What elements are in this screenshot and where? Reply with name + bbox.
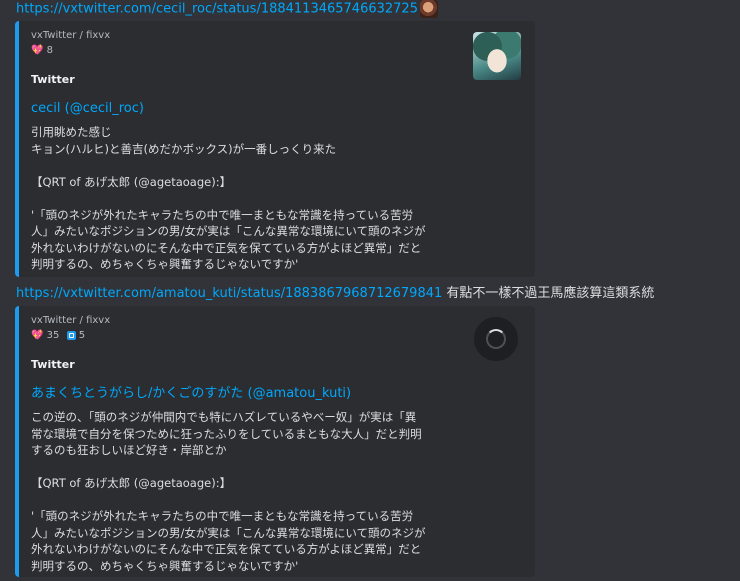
embed-description: 引用眺めた感じ キョン(ハルヒ)と善吉(めだかボックス)が一番しっくり来た 【Q… (31, 125, 426, 271)
retweets-count: 5 (78, 330, 86, 341)
tweet-embed-2: vxTwitter / fixvx 💖 35 5 Twitter あまくちとうが… (15, 306, 535, 577)
message-2: https://vxtwitter.com/amatou_kuti/status… (16, 285, 654, 303)
heart-icon: 💖 (31, 330, 44, 341)
user-avatar-icon[interactable] (419, 0, 438, 18)
embed-provider[interactable]: vxTwitter / fixvx (31, 29, 523, 43)
loading-spinner-icon (486, 329, 506, 349)
embed-source: Twitter (31, 73, 75, 86)
tweet-embed-1: vxTwitter / fixvx 💖 8 Twitter cecil (@ce… (15, 21, 535, 277)
embed-stats: 💖 8 (31, 44, 523, 58)
embed-thumbnail[interactable] (473, 32, 521, 80)
retweet-icon (66, 330, 76, 340)
tweet-link-2[interactable]: https://vxtwitter.com/amatou_kuti/status… (16, 286, 442, 301)
message-text: 有點不一樣不過王馬應該算這類系統 (446, 286, 655, 301)
likes-count: 8 (46, 45, 54, 56)
likes-count: 35 (46, 330, 60, 341)
embed-stats: 💖 35 5 (31, 329, 523, 343)
message-1: https://vxtwitter.com/cecil_roc/status/1… (16, 0, 438, 19)
embed-author[interactable]: cecil (@cecil_roc) (31, 100, 523, 118)
heart-icon: 💖 (31, 45, 44, 56)
tweet-link-1[interactable]: https://vxtwitter.com/cecil_roc/status/1… (16, 2, 418, 17)
embed-source: Twitter (31, 358, 75, 371)
embed-description: この逆の、「頭のネジが仲間内でも特にハズレているやべー奴」が実は「異 常な環境で… (31, 410, 426, 573)
embed-thumbnail-loading[interactable] (474, 317, 518, 361)
embed-provider[interactable]: vxTwitter / fixvx (31, 314, 523, 328)
embed-author[interactable]: あまくちとうがらし/かくごのすがた (@amatou_kuti) (31, 385, 523, 403)
